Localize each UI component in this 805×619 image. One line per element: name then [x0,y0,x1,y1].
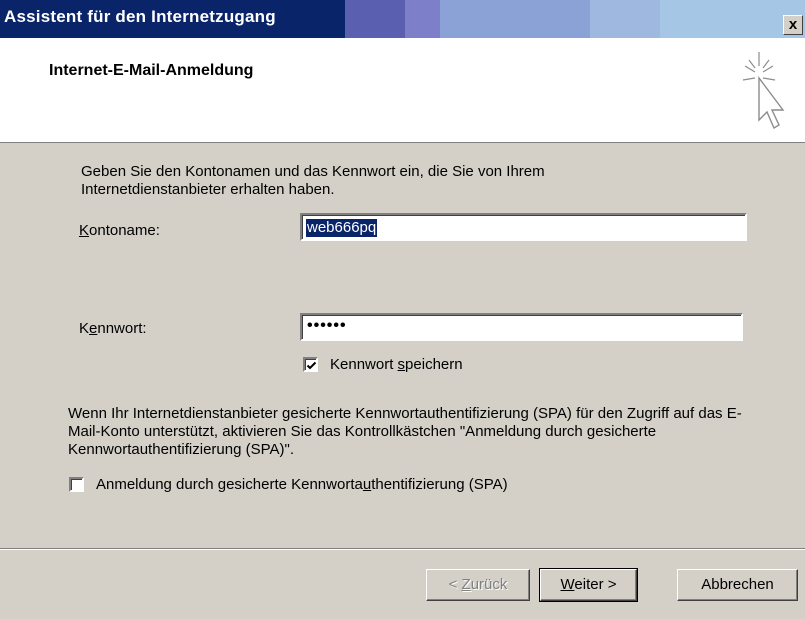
intro-text: Geben Sie den Kontonamen und das Kennwor… [81,163,545,198]
checkmark-icon [306,361,317,370]
account-value: web666pq [306,219,378,237]
save-password-label[interactable]: Kennwort speichern [330,356,463,373]
page-title: Internet-E-Mail-Anmeldung [49,62,254,79]
spa-checkbox[interactable] [69,477,84,492]
password-label: Kennwort: [79,320,147,337]
account-input[interactable]: web666pq [300,213,747,241]
wizard-header: Internet-E-Mail-Anmeldung [0,38,805,143]
cancel-button[interactable]: Abbrechen [677,569,798,601]
title-gradient-segment [590,0,660,38]
wizard-cursor-icon [742,52,785,130]
password-input[interactable]: •••••• [300,313,743,341]
window-title: Assistent für den Internetzugang [4,7,276,26]
title-bar[interactable]: Assistent für den Internetzugang x [0,0,805,38]
title-gradient-segment [345,0,405,38]
back-button[interactable]: < Zurück [426,569,530,601]
save-password-checkbox[interactable] [303,357,318,372]
footer-divider-highlight [0,549,805,550]
password-value: •••••• [307,317,347,334]
next-button[interactable]: Weiter > [539,568,638,602]
title-gradient-segment [440,0,590,38]
account-label: Kontoname: [79,222,160,239]
title-gradient-segment [405,0,440,38]
close-button[interactable]: x [783,15,803,35]
spa-info-text: Wenn Ihr Internetdienstanbieter gesicher… [68,405,742,458]
spa-checkbox-label[interactable]: Anmeldung durch gesicherte Kennwortauthe… [96,476,508,493]
